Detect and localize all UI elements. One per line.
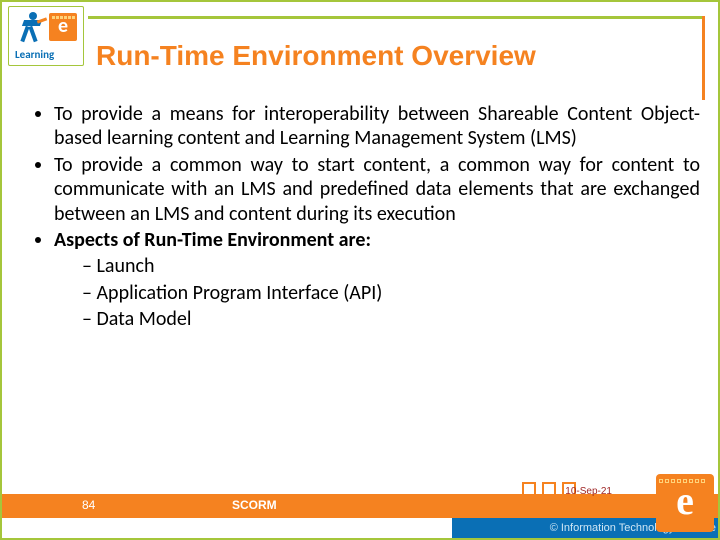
- runner-icon: [13, 11, 47, 47]
- big-e-icon: e: [656, 474, 714, 532]
- sub-bullet-api: Application Program Interface (API): [82, 281, 700, 305]
- footer-bar: 84 SCORM 10-Sep-21: [2, 494, 720, 518]
- slide: e Learning Run-Time Environment Overview…: [0, 0, 720, 540]
- footer-date: 10-Sep-21: [565, 486, 612, 497]
- logo-text: Learning: [15, 48, 54, 61]
- slide-title: Run-Time Environment Overview: [96, 40, 696, 72]
- big-e-text: e: [676, 478, 694, 523]
- header-rule: [88, 16, 702, 19]
- footer-label: SCORM: [232, 498, 277, 512]
- bullet-1: To provide a means for interoperability …: [54, 102, 700, 151]
- sub-bullet-launch: Launch: [82, 254, 700, 278]
- content-area: To provide a means for interoperability …: [24, 102, 700, 334]
- header-accent: [702, 16, 705, 100]
- logo-e-icon: e: [49, 13, 77, 41]
- sub-bullet-data-model: Data Model: [82, 307, 700, 331]
- slide-number: 84: [82, 498, 95, 512]
- logo: e Learning: [8, 6, 84, 66]
- bullet-2: To provide a common way to start content…: [54, 153, 700, 226]
- bullet-3: Aspects of Run-Time Environment are:: [54, 228, 700, 252]
